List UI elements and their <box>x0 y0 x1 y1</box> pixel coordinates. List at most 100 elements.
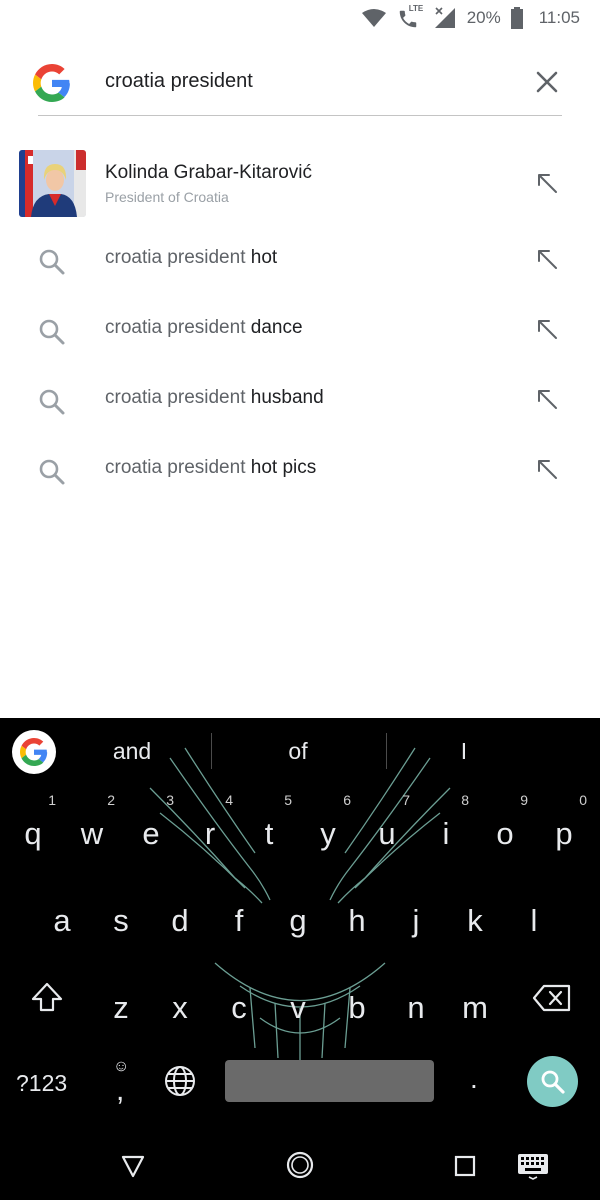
key-x[interactable]: x <box>151 962 209 1034</box>
key-i[interactable]: 8i <box>417 788 475 860</box>
suggestion-item[interactable]: croatia president husband <box>0 366 600 436</box>
suggestion-completion: hot pics <box>250 457 317 478</box>
suggestion-text: croatia president hot <box>105 247 277 269</box>
search-underline <box>38 115 562 116</box>
key-label: c <box>231 990 247 1025</box>
key-j[interactable]: j <box>387 875 445 947</box>
prediction-word[interactable]: of <box>238 738 358 765</box>
key-l[interactable]: l <box>505 875 563 947</box>
shift-icon[interactable] <box>30 980 64 1014</box>
key-label: n <box>407 990 425 1025</box>
google-logo-icon[interactable] <box>12 730 56 774</box>
key-e[interactable]: 3e <box>122 788 180 860</box>
suggestion-item[interactable]: croatia president hot <box>0 226 600 296</box>
globe-icon[interactable] <box>162 1063 198 1099</box>
key-h[interactable]: h <box>328 875 386 947</box>
suggestion-prefix: croatia president <box>105 457 246 478</box>
key-d[interactable]: d <box>151 875 209 947</box>
suggestion-text: croatia president hot pics <box>105 457 316 479</box>
signal-icon <box>434 7 455 28</box>
key-label: w <box>80 816 104 851</box>
key-label: y <box>320 816 336 851</box>
search-action-button[interactable] <box>527 1056 578 1107</box>
key-g[interactable]: g <box>269 875 327 947</box>
search-icon <box>39 389 65 415</box>
key-m[interactable]: m <box>446 962 504 1034</box>
suggestion-prefix: croatia president <box>105 317 246 338</box>
suggestion-text: croatia president husband <box>105 387 324 409</box>
search-icon <box>39 249 65 275</box>
lte-label: LTE <box>408 4 424 13</box>
back-icon[interactable] <box>118 1150 148 1180</box>
key-q[interactable]: 1q <box>4 788 62 860</box>
key-label: d <box>171 903 189 938</box>
key-a[interactable]: a <box>33 875 91 947</box>
key-hint: 1 <box>48 792 56 808</box>
status-icons: LTE 20% 11:05 <box>361 4 580 30</box>
suggestion-prefix: croatia president <box>105 247 246 268</box>
suggestion-item[interactable]: croatia president hot pics <box>0 436 600 506</box>
key-label: l <box>530 903 538 938</box>
key-label: u <box>378 816 396 851</box>
period-key[interactable]: . <box>470 1063 478 1095</box>
key-hint: 2 <box>107 792 115 808</box>
keyboard-switch-icon[interactable] <box>516 1150 550 1180</box>
key-o[interactable]: 9o <box>476 788 534 860</box>
fill-query-arrow-icon[interactable] <box>532 244 562 274</box>
key-f[interactable]: f <box>210 875 268 947</box>
fill-query-arrow-icon[interactable] <box>532 314 562 344</box>
fill-query-arrow-icon[interactable] <box>532 454 562 484</box>
key-c[interactable]: c <box>210 962 268 1034</box>
key-b[interactable]: b <box>328 962 386 1034</box>
search-icon <box>39 319 65 345</box>
entity-suggestion[interactable]: Kolinda Grabar-Kitarović President of Cr… <box>0 140 600 226</box>
key-r[interactable]: 4r <box>181 788 239 860</box>
entity-photo <box>19 150 86 217</box>
key-label: p <box>555 816 573 851</box>
symbols-key[interactable]: ?123 <box>16 1070 67 1097</box>
key-p[interactable]: 0p <box>535 788 593 860</box>
recents-icon[interactable] <box>451 1152 479 1180</box>
key-hint: 8 <box>461 792 469 808</box>
key-hint: 9 <box>520 792 528 808</box>
key-n[interactable]: n <box>387 962 445 1034</box>
key-hint: 3 <box>166 792 174 808</box>
key-label: i <box>442 816 450 851</box>
key-label: z <box>113 990 129 1025</box>
close-icon[interactable] <box>530 65 564 99</box>
key-label: j <box>412 903 420 938</box>
suggestion-completion: hot <box>250 247 278 268</box>
fill-query-arrow-icon[interactable] <box>532 168 562 198</box>
entity-title: Kolinda Grabar-Kitarović <box>105 162 312 183</box>
key-label: e <box>142 816 160 851</box>
entity-subtitle: President of Croatia <box>105 189 229 205</box>
key-label: x <box>172 990 188 1025</box>
search-input[interactable]: croatia president <box>105 70 253 93</box>
fill-query-arrow-icon[interactable] <box>532 384 562 414</box>
key-label: v <box>290 990 306 1025</box>
key-k[interactable]: k <box>446 875 504 947</box>
key-t[interactable]: 5t <box>240 788 298 860</box>
key-s[interactable]: s <box>92 875 150 947</box>
suggestion-item[interactable]: croatia president dance <box>0 296 600 366</box>
home-icon[interactable] <box>285 1150 315 1180</box>
prediction-word[interactable]: I <box>404 738 524 765</box>
lte-call-icon: LTE <box>397 4 424 30</box>
suggestion-completion: husband <box>250 387 324 408</box>
key-v[interactable]: v <box>269 962 327 1034</box>
emoji-comma-key[interactable]: ☺ , <box>108 1054 138 1114</box>
search-bar[interactable]: croatia president <box>0 50 600 118</box>
backspace-icon[interactable] <box>532 984 572 1012</box>
key-label: a <box>53 903 71 938</box>
wifi-icon <box>361 9 386 27</box>
key-hint: 7 <box>402 792 410 808</box>
key-z[interactable]: z <box>92 962 150 1034</box>
key-hint: 6 <box>343 792 351 808</box>
key-w[interactable]: 2w <box>63 788 121 860</box>
key-y[interactable]: 6y <box>299 788 357 860</box>
prediction-word[interactable]: and <box>72 738 192 765</box>
key-label: t <box>264 816 274 851</box>
space-bar[interactable] <box>225 1060 434 1102</box>
key-u[interactable]: 7u <box>358 788 416 860</box>
comma-label: , <box>116 1074 125 1107</box>
